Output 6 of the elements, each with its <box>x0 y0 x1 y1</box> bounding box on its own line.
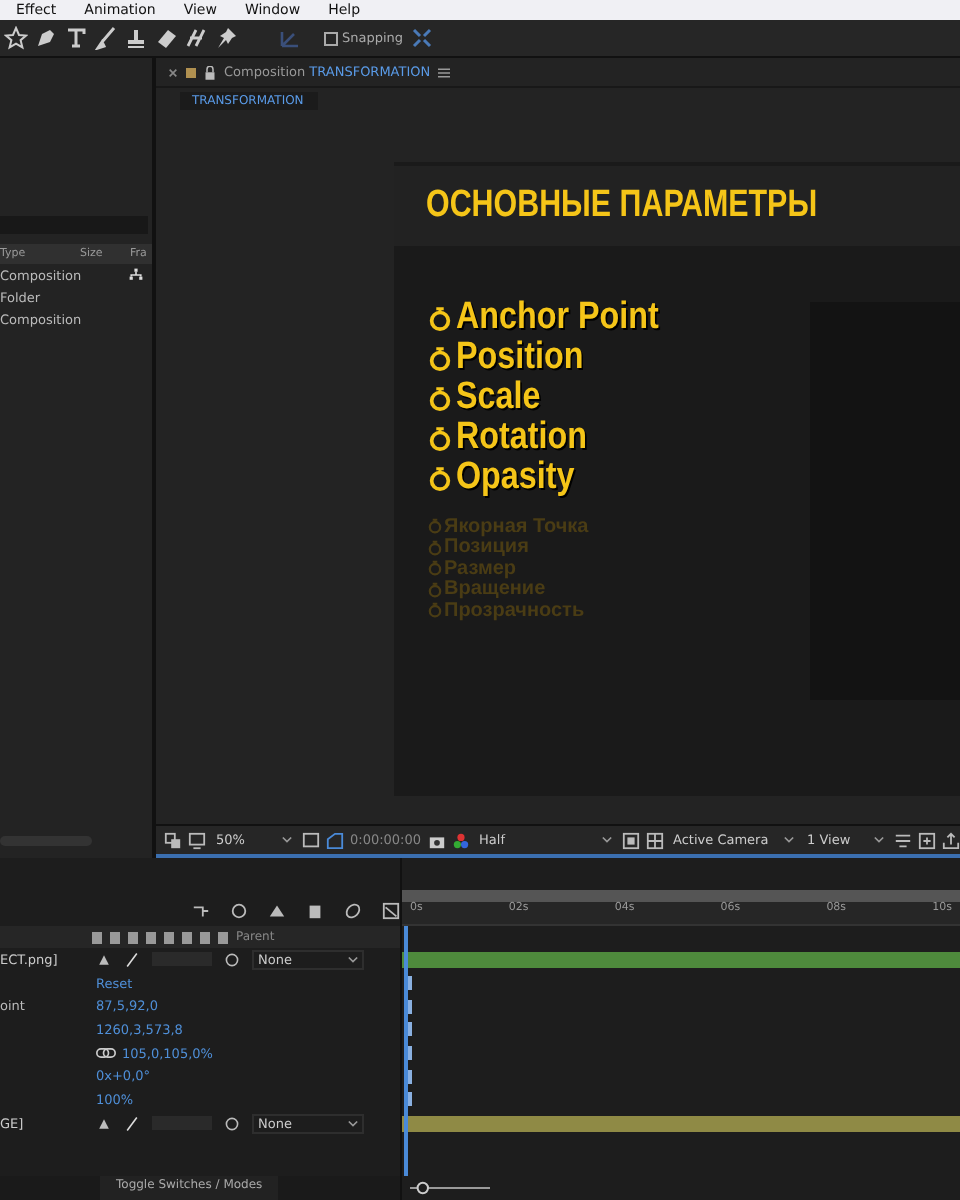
property-label: Opasity <box>456 456 575 500</box>
slide-title: ОСНОВНЫЕ ПАРАМЕТРЫ <box>426 184 818 228</box>
property-label: Position <box>456 336 584 380</box>
property-label: Scale <box>456 376 541 420</box>
property-label: Anchor Point <box>456 296 659 340</box>
property-label: Rotation <box>456 416 587 460</box>
